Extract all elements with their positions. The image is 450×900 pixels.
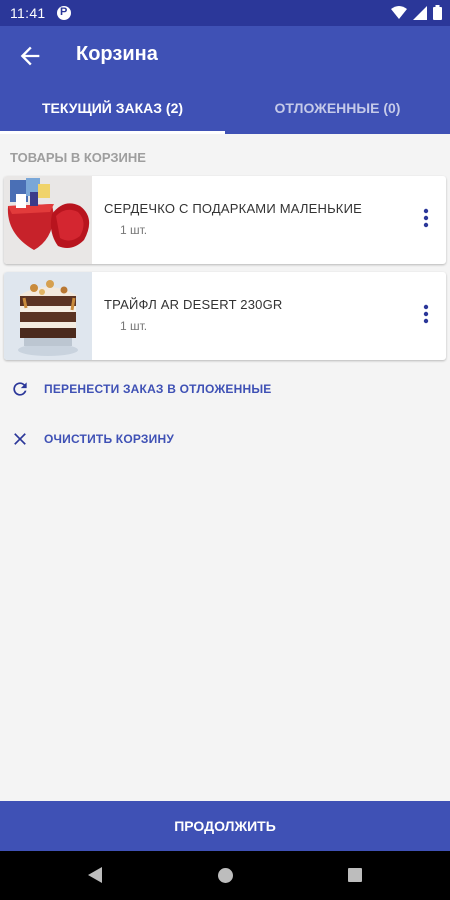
battery-icon <box>433 5 442 20</box>
section-title: ТОВАРЫ В КОРЗИНЕ <box>10 150 146 165</box>
product-quantity: 1 шт. <box>120 319 148 333</box>
clear-cart-label: ОЧИСТИТЬ КОРЗИНУ <box>44 432 174 446</box>
status-time: 11:41 <box>10 5 46 21</box>
status-icons <box>391 5 442 20</box>
nav-recents-icon[interactable] <box>348 868 362 882</box>
tab-bar: ТЕКУЩИЙ ЗАКАЗ (2) ОТЛОЖЕННЫЕ (0) <box>0 86 450 134</box>
tab-deferred[interactable]: ОТЛОЖЕННЫЕ (0) <box>225 86 450 134</box>
continue-button[interactable]: ПРОДОЛЖИТЬ <box>0 801 450 851</box>
product-name: СЕРДЕЧКО С ПОДАРКАМИ МАЛЕНЬКИЕ <box>104 201 362 216</box>
tab-label: ОТЛОЖЕННЫЕ (0) <box>274 100 401 116</box>
page-title: Корзина <box>76 43 158 65</box>
nav-home-icon[interactable] <box>218 868 233 883</box>
back-arrow-icon[interactable] <box>16 42 44 70</box>
product-name: ТРАЙФЛ AR DESERT 230GR <box>104 297 283 312</box>
close-icon <box>14 433 26 445</box>
tab-current-order[interactable]: ТЕКУЩИЙ ЗАКАЗ (2) <box>0 86 225 134</box>
more-vert-icon[interactable] <box>422 304 430 324</box>
product-image <box>4 176 92 264</box>
tab-indicator <box>0 131 225 134</box>
status-bar: 11:41 <box>0 0 450 26</box>
tab-label: ТЕКУЩИЙ ЗАКАЗ (2) <box>41 100 184 116</box>
app-bar: Корзина <box>0 26 450 86</box>
more-vert-icon[interactable] <box>422 208 430 228</box>
product-quantity: 1 шт. <box>120 223 148 237</box>
refresh-icon <box>13 382 27 396</box>
notification-icon <box>57 6 71 20</box>
product-image <box>4 272 92 360</box>
move-to-deferred-label: ПЕРЕНЕСТИ ЗАКАЗ В ОТЛОЖЕННЫЕ <box>44 382 272 396</box>
move-to-deferred-button[interactable]: ПЕРЕНЕСТИ ЗАКАЗ В ОТЛОЖЕННЫЕ <box>10 375 310 403</box>
clear-cart-button[interactable]: ОЧИСТИТЬ КОРЗИНУ <box>10 425 310 453</box>
cart-item[interactable]: ТРАЙФЛ AR DESERT 230GR 1 шт. <box>4 272 446 360</box>
system-nav-bar <box>0 851 450 900</box>
wifi-icon <box>391 5 407 19</box>
nav-back-icon[interactable] <box>88 867 102 883</box>
cellular-icon <box>413 5 427 20</box>
cart-item[interactable]: СЕРДЕЧКО С ПОДАРКАМИ МАЛЕНЬКИЕ 1 шт. <box>4 176 446 264</box>
